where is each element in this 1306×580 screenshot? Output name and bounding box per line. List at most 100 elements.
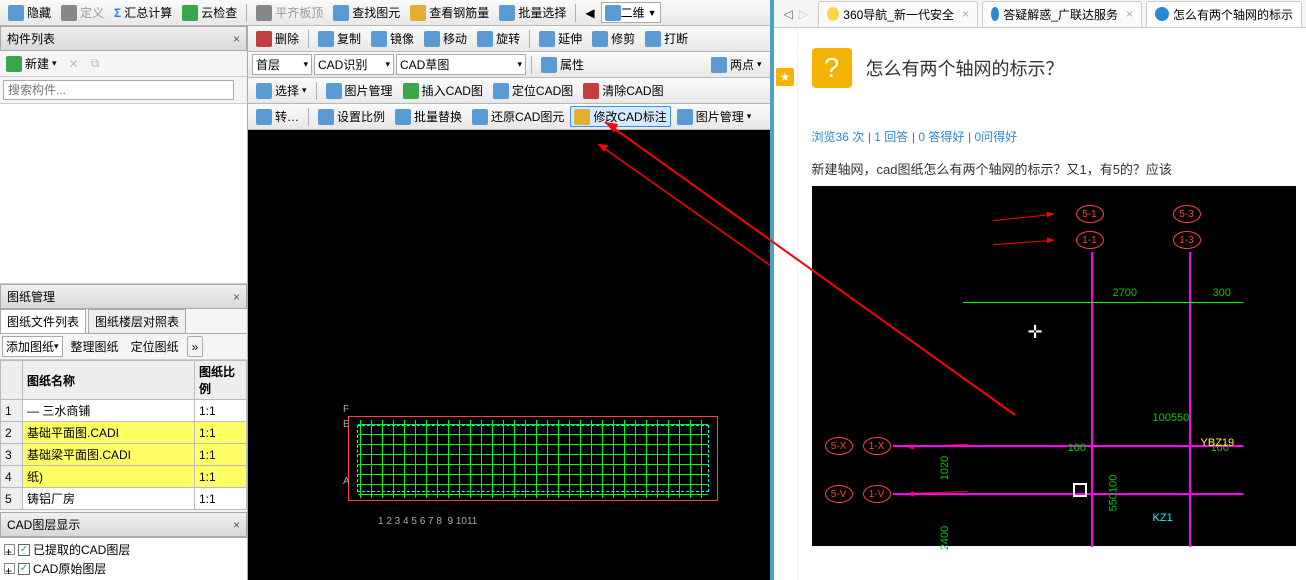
define-button[interactable]: 定义 [57,2,108,23]
row-num: 3 [1,444,23,466]
delete-button[interactable]: 删除 [252,28,303,49]
prop-button[interactable]: 属性 [537,54,588,75]
forward-button[interactable]: ▷ [799,7,808,21]
cadrecog-dropdown[interactable]: CAD识别▾ [314,54,394,75]
copy-button[interactable]: ⧉ [87,53,104,74]
bookmark-star-icon[interactable]: ★ [776,68,794,86]
search-input[interactable] [3,80,234,100]
batchrepl-button[interactable]: 批量替换 [391,106,466,127]
cell-scale[interactable]: 1:1 [195,466,247,488]
column-marker [1073,483,1087,497]
select-button[interactable]: 选择▾ [252,80,311,101]
rotate-button[interactable]: 旋转 [473,28,524,49]
cell-name[interactable]: 铸铝厂房 [23,488,195,510]
findrebar-button[interactable]: 查看钢筋量 [406,2,493,23]
move-button[interactable]: 移动 [420,28,471,49]
cell-scale[interactable]: 1:1 [195,422,247,444]
delete-button[interactable]: ✕ [65,53,83,74]
cell-name[interactable]: 纸) [23,466,195,488]
col-scale[interactable]: 图纸比例 [195,361,247,400]
edit-icon [574,109,590,125]
clearcad-button[interactable]: 清除CAD图 [579,80,667,101]
batchsel-button[interactable]: 批量选择 [495,2,570,23]
cell-name[interactable]: 基础梁平面图.CADI [23,444,195,466]
floor-dropdown[interactable]: 首层▾ [252,54,312,75]
prop-icon [541,57,557,73]
sumcalc-button[interactable]: Σ汇总计算 [110,2,176,23]
restorecad-button[interactable]: 还原CAD图元 [468,106,568,127]
caddraft-dropdown[interactable]: CAD草图▾ [396,54,526,75]
back-button[interactable]: ◁ [784,7,793,21]
tab-layercmp[interactable]: 图纸楼层对照表 [88,309,186,333]
new-button[interactable]: 新建▾ [2,53,61,74]
favicon-gld-icon [1155,7,1169,21]
stat-goodq-link[interactable]: 0问得好 [974,130,1017,144]
viewmode-dropdown[interactable]: 二维▼ [601,2,661,23]
hide-button[interactable]: 隐藏 [4,2,55,23]
setscale-button[interactable]: 设置比例 [314,106,389,127]
clear-icon [583,83,599,99]
component-tree[interactable] [0,104,247,284]
cell-scale[interactable]: 1:1 [195,400,247,422]
rotcad-button[interactable]: 转… [252,106,303,127]
browser-tab-gld[interactable]: 答疑解惑_广联达服务× [982,1,1142,27]
grid-bubble: 5-1 [1076,205,1104,223]
close-icon[interactable]: × [233,290,240,304]
nav-left-button[interactable]: ◀ [581,4,598,22]
break-button[interactable]: 打断 [641,28,692,49]
extend-button[interactable]: 延伸 [535,28,586,49]
twopt-button[interactable]: 两点▾ [707,54,766,75]
table-row[interactable]: 2 基础平面图.CADI 1:1 [1,422,247,444]
toolbar-cadext: 转… 设置比例 批量替换 还原CAD图元 修改CAD标注 图片管理▾ [248,104,770,130]
picmgr-button[interactable]: 图片管理 [322,80,397,101]
close-icon[interactable]: × [233,518,240,532]
picmanage-button[interactable]: 图片管理▾ [673,106,756,127]
move-icon [424,31,440,47]
browser-tab-question[interactable]: 怎么有两个轴网的标示 [1146,1,1302,27]
locpic-button[interactable]: 定位图纸 [127,336,183,357]
table-row[interactable]: 5 铸铝厂房 1:1 [1,488,247,510]
extend-icon [539,31,555,47]
flattop-button[interactable]: 平齐板顶 [252,2,327,23]
cad-canvas[interactable]: 删除 复制 镜像 移动 旋转 延伸 修剪 打断 首层▾ CAD识别▾ CAD草图… [248,26,770,580]
cell-name[interactable]: 基础平面图.CADI [23,422,195,444]
tab-close-icon[interactable]: × [962,7,969,21]
close-icon[interactable]: × [233,32,240,46]
sortpic-button[interactable]: 整理图纸 [67,336,123,357]
axis-letter: A [343,476,350,487]
dim-text: 2700 [1113,287,1137,299]
question-desc: 新建轴网，cad图纸怎么有两个轴网的标示？又1，有5的？应该 [812,159,1296,178]
trim-button[interactable]: 修剪 [588,28,639,49]
cell-scale[interactable]: 1:1 [195,444,247,466]
checkbox[interactable]: ✓ [18,544,30,556]
cloudcheck-button[interactable]: 云检查 [178,2,241,23]
more-button[interactable]: » [187,336,204,357]
checkbox[interactable]: ✓ [18,563,30,575]
table-row[interactable]: 1 — 三水商铺 1:1 [1,400,247,422]
sidebar: 构件列表 × 新建▾ ✕ ⧉ 图纸管理 × 图纸文件列表 图纸楼层对照表 添加图… [0,26,248,580]
stat-goodans-link[interactable]: 0 答得好 [918,130,964,144]
rotate-icon [477,31,493,47]
findelem-button[interactable]: 查找图元 [329,2,404,23]
table-row[interactable]: 4 纸) 1:1 [1,466,247,488]
expand-icon[interactable]: + [4,544,15,555]
addpic-dropdown[interactable]: 添加图纸▾ [2,336,63,357]
insertcad-button[interactable]: 插入CAD图 [399,80,487,101]
layer-row-original[interactable]: + ✓ CAD原始图层 [2,559,245,578]
stat-answers-link[interactable]: 1 回答 [874,130,908,144]
expand-icon[interactable]: + [4,563,15,574]
question-title: 怎么有两个轴网的标示？ [866,55,1064,81]
copy-button[interactable]: 复制 [314,28,365,49]
tab-filelist[interactable]: 图纸文件列表 [0,309,86,333]
layer-row-extracted[interactable]: + ✓ 已提取的CAD图层 [2,540,245,559]
col-name[interactable]: 图纸名称 [23,361,195,400]
cell-scale[interactable]: 1:1 [195,488,247,510]
browser-tab-360[interactable]: 360导航_新一代安全× [818,1,978,27]
modcadnote-button[interactable]: 修改CAD标注 [570,106,670,127]
locatecad-button[interactable]: 定位CAD图 [489,80,577,101]
mirror-button[interactable]: 镜像 [367,28,418,49]
tab-close-icon[interactable]: × [1126,7,1133,21]
level-icon [256,5,272,21]
cell-name[interactable]: — 三水商铺 [23,400,195,422]
table-row[interactable]: 3 基础梁平面图.CADI 1:1 [1,444,247,466]
